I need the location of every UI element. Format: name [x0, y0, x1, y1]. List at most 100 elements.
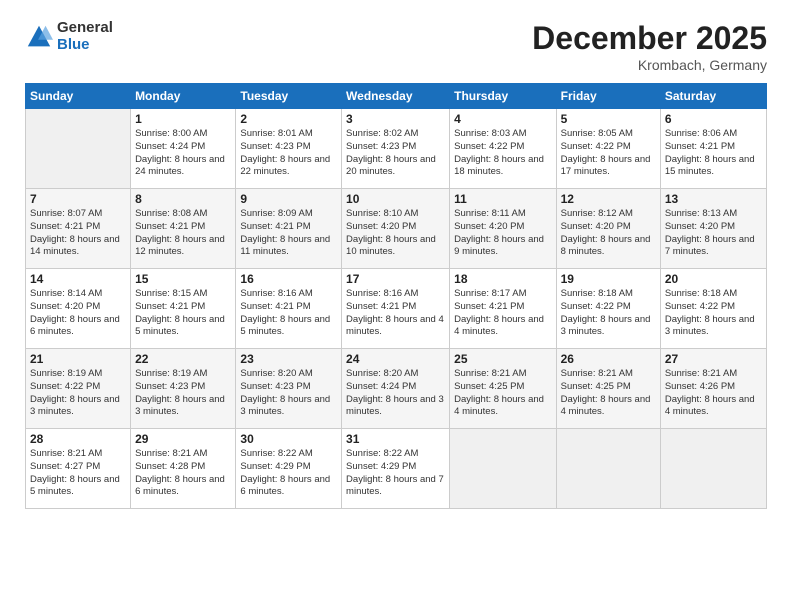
day-info: Sunrise: 8:22 AM Sunset: 4:29 PM Dayligh…	[346, 448, 445, 499]
table-row: 6Sunrise: 8:06 AM Sunset: 4:21 PM Daylig…	[660, 109, 766, 189]
table-row: 13 Sunrise: 8:13 AM Sunset: 4:20 PM Dayli…	[660, 189, 766, 269]
day-info: Sunrise: 8:02 AM Sunset: 4:23 PM Dayligh…	[346, 128, 445, 179]
table-row: 2Sunrise: 8:01 AM Sunset: 4:23 PM Daylig…	[236, 109, 342, 189]
day-info: Sunrise: 8:18 AM Sunset: 4:22 PM Dayligh…	[665, 288, 762, 339]
col-tuesday: Tuesday	[236, 84, 342, 109]
day-number: 8	[135, 192, 231, 206]
day-number: 14	[30, 272, 126, 286]
table-row	[556, 429, 660, 509]
col-wednesday: Wednesday	[342, 84, 450, 109]
table-row: 8 Sunrise: 8:08 AM Sunset: 4:21 PM Daylig…	[131, 189, 236, 269]
day-info: Sunrise: 8:17 AM Sunset: 4:21 PM Dayligh…	[454, 288, 551, 339]
day-info: Sunrise: 8:03 AM Sunset: 4:22 PM Dayligh…	[454, 128, 551, 179]
day-info: Sunrise: 8:09 AM Sunset: 4:21 PM Dayligh…	[240, 208, 337, 259]
day-number: 19	[561, 272, 656, 286]
table-row	[26, 109, 131, 189]
day-number: 20	[665, 272, 762, 286]
day-number: 18	[454, 272, 551, 286]
day-number: 29	[135, 432, 231, 446]
table-row: 9Sunrise: 8:09 AM Sunset: 4:21 PM Daylig…	[236, 189, 342, 269]
day-number: 12	[561, 192, 656, 206]
table-row: 24 Sunrise: 8:20 AM Sunset: 4:24 PM Dayli…	[342, 349, 450, 429]
table-row: 16 Sunrise: 8:16 AM Sunset: 4:21 PM Dayli…	[236, 269, 342, 349]
day-info: Sunrise: 8:16 AM Sunset: 4:21 PM Dayligh…	[240, 288, 337, 339]
day-number: 26	[561, 352, 656, 366]
day-info: Sunrise: 8:21 AM Sunset: 4:25 PM Dayligh…	[561, 368, 656, 419]
table-row: 10 Sunrise: 8:10 AM Sunset: 4:20 PM Dayli…	[342, 189, 450, 269]
logo-blue-text: Blue	[57, 37, 113, 54]
table-row: 28 Sunrise: 8:21 AM Sunset: 4:27 PM Dayli…	[26, 429, 131, 509]
table-row: 14Sunrise: 8:14 AM Sunset: 4:20 PM Dayli…	[26, 269, 131, 349]
header: General Blue December 2025 Krombach, Ger…	[25, 20, 767, 73]
table-row: 19 Sunrise: 8:18 AM Sunset: 4:22 PM Dayli…	[556, 269, 660, 349]
calendar-week-row: 1 Sunrise: 8:00 AM Sunset: 4:24 PM Daylig…	[26, 109, 767, 189]
day-info: Sunrise: 8:08 AM Sunset: 4:21 PM Dayligh…	[135, 208, 231, 259]
day-info: Sunrise: 8:21 AM Sunset: 4:26 PM Dayligh…	[665, 368, 762, 419]
table-row: 30 Sunrise: 8:22 AM Sunset: 4:29 PM Dayli…	[236, 429, 342, 509]
day-number: 15	[135, 272, 231, 286]
calendar-week-row: 7 Sunrise: 8:07 AM Sunset: 4:21 PM Daylig…	[26, 189, 767, 269]
col-sunday: Sunday	[26, 84, 131, 109]
day-info: Sunrise: 8:07 AM Sunset: 4:21 PM Dayligh…	[30, 208, 126, 259]
day-number: 7	[30, 192, 126, 206]
day-number: 25	[454, 352, 551, 366]
table-row: 21 Sunrise: 8:19 AM Sunset: 4:22 PM Dayli…	[26, 349, 131, 429]
day-number: 21	[30, 352, 126, 366]
table-row: 1 Sunrise: 8:00 AM Sunset: 4:24 PM Daylig…	[131, 109, 236, 189]
day-info: Sunrise: 8:22 AM Sunset: 4:29 PM Dayligh…	[240, 448, 337, 499]
day-info: Sunrise: 8:18 AM Sunset: 4:22 PM Dayligh…	[561, 288, 656, 339]
day-info: Sunrise: 8:20 AM Sunset: 4:23 PM Dayligh…	[240, 368, 337, 419]
day-number: 16	[240, 272, 337, 286]
day-info: Sunrise: 8:19 AM Sunset: 4:22 PM Dayligh…	[30, 368, 126, 419]
day-info: Sunrise: 8:11 AM Sunset: 4:20 PM Dayligh…	[454, 208, 551, 259]
table-row: 20 Sunrise: 8:18 AM Sunset: 4:22 PM Dayli…	[660, 269, 766, 349]
day-info: Sunrise: 8:00 AM Sunset: 4:24 PM Dayligh…	[135, 128, 231, 179]
table-row: 23 Sunrise: 8:20 AM Sunset: 4:23 PM Dayli…	[236, 349, 342, 429]
day-number: 2	[240, 112, 337, 126]
day-info: Sunrise: 8:19 AM Sunset: 4:23 PM Dayligh…	[135, 368, 231, 419]
calendar-week-row: 14Sunrise: 8:14 AM Sunset: 4:20 PM Dayli…	[26, 269, 767, 349]
table-row: 22 Sunrise: 8:19 AM Sunset: 4:23 PM Dayli…	[131, 349, 236, 429]
day-number: 17	[346, 272, 445, 286]
day-info: Sunrise: 8:21 AM Sunset: 4:27 PM Dayligh…	[30, 448, 126, 499]
day-number: 1	[135, 112, 231, 126]
table-row: 29 Sunrise: 8:21 AM Sunset: 4:28 PM Dayli…	[131, 429, 236, 509]
table-row: 18 Sunrise: 8:17 AM Sunset: 4:21 PM Dayli…	[450, 269, 556, 349]
day-info: Sunrise: 8:21 AM Sunset: 4:25 PM Dayligh…	[454, 368, 551, 419]
day-number: 23	[240, 352, 337, 366]
table-row: 31Sunrise: 8:22 AM Sunset: 4:29 PM Dayli…	[342, 429, 450, 509]
title-area: December 2025 Krombach, Germany	[532, 20, 767, 73]
day-number: 11	[454, 192, 551, 206]
day-number: 4	[454, 112, 551, 126]
day-number: 10	[346, 192, 445, 206]
month-title: December 2025	[532, 20, 767, 57]
logo-general-text: General	[57, 20, 113, 37]
calendar-table: Sunday Monday Tuesday Wednesday Thursday…	[25, 83, 767, 509]
day-number: 5	[561, 112, 656, 126]
day-info: Sunrise: 8:10 AM Sunset: 4:20 PM Dayligh…	[346, 208, 445, 259]
col-monday: Monday	[131, 84, 236, 109]
table-row: 11 Sunrise: 8:11 AM Sunset: 4:20 PM Dayli…	[450, 189, 556, 269]
day-info: Sunrise: 8:13 AM Sunset: 4:20 PM Dayligh…	[665, 208, 762, 259]
day-number: 30	[240, 432, 337, 446]
table-row	[450, 429, 556, 509]
table-row: 27Sunrise: 8:21 AM Sunset: 4:26 PM Dayli…	[660, 349, 766, 429]
day-number: 28	[30, 432, 126, 446]
day-info: Sunrise: 8:15 AM Sunset: 4:21 PM Dayligh…	[135, 288, 231, 339]
logo: General Blue	[25, 20, 113, 53]
day-number: 24	[346, 352, 445, 366]
location: Krombach, Germany	[532, 57, 767, 73]
table-row: 25 Sunrise: 8:21 AM Sunset: 4:25 PM Dayli…	[450, 349, 556, 429]
calendar-header-row: Sunday Monday Tuesday Wednesday Thursday…	[26, 84, 767, 109]
logo-icon	[25, 23, 53, 51]
day-info: Sunrise: 8:21 AM Sunset: 4:28 PM Dayligh…	[135, 448, 231, 499]
table-row: 15 Sunrise: 8:15 AM Sunset: 4:21 PM Dayli…	[131, 269, 236, 349]
day-number: 13	[665, 192, 762, 206]
day-number: 22	[135, 352, 231, 366]
table-row: 7 Sunrise: 8:07 AM Sunset: 4:21 PM Daylig…	[26, 189, 131, 269]
day-info: Sunrise: 8:16 AM Sunset: 4:21 PM Dayligh…	[346, 288, 445, 339]
day-info: Sunrise: 8:05 AM Sunset: 4:22 PM Dayligh…	[561, 128, 656, 179]
page: General Blue December 2025 Krombach, Ger…	[0, 0, 792, 612]
day-info: Sunrise: 8:20 AM Sunset: 4:24 PM Dayligh…	[346, 368, 445, 419]
col-thursday: Thursday	[450, 84, 556, 109]
